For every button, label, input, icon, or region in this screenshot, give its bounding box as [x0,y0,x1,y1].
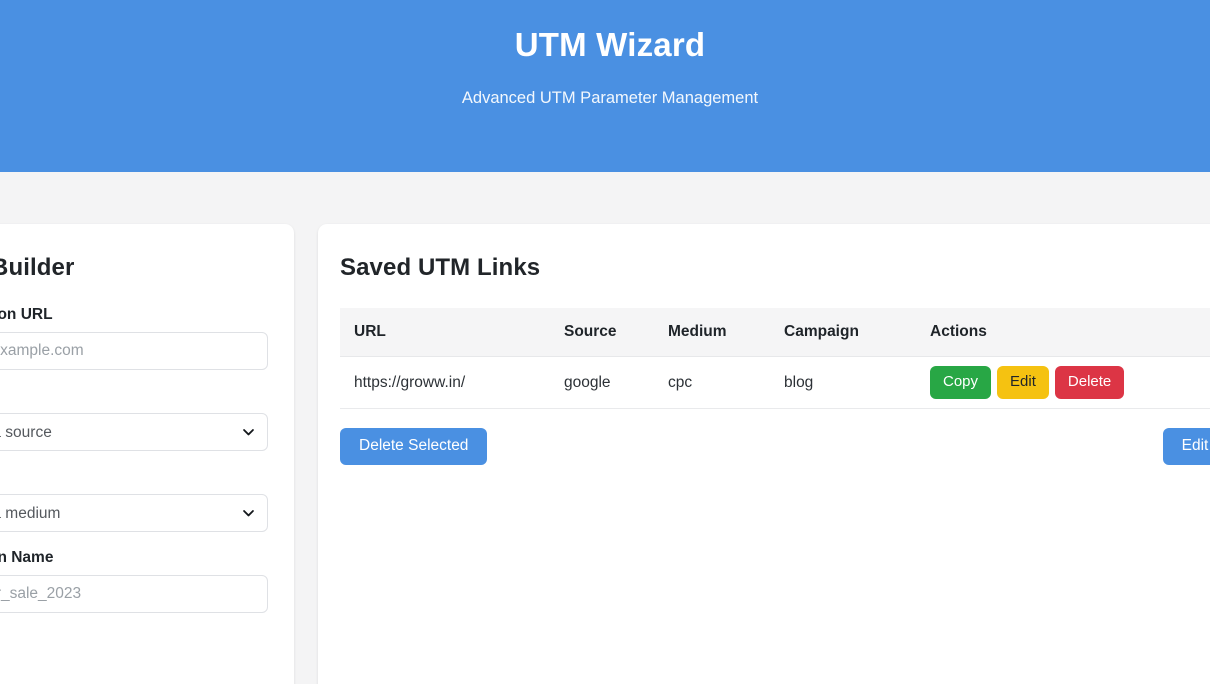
medium-select-wrap: Select a medium [0,494,268,532]
browser-viewport: UTM Wizard Advanced UTM Parameter Manage… [0,0,1210,684]
field-campaign-name: Campaign Name [0,549,268,613]
campaign-name-label: Campaign Name [0,549,54,566]
copy-button[interactable]: Copy [930,366,992,399]
campaign-name-input[interactable] [0,575,268,613]
saved-links-title: Saved UTM Links [340,254,541,281]
column-header-url: URL [340,308,550,357]
utm-builder-title: UTM Builder [0,254,75,281]
table-row: https://groww.in/ google cpc blog Copy E… [340,356,1210,409]
destination-url-label: Destination URL [0,306,53,323]
cell-campaign: blog [770,356,916,409]
row-action-group: Copy Edit Delete [930,366,1210,399]
saved-links-table-head: URL Source Medium Campaign Actions [340,308,1210,357]
edit-button[interactable]: Edit [997,366,1049,399]
medium-label: Medium [0,468,268,486]
saved-links-table: URL Source Medium Campaign Actions https… [340,308,1210,409]
utm-builder-panel: UTM Builder Destination URL Source Selec… [0,224,294,684]
page-root: UTM Wizard Advanced UTM Parameter Manage… [0,0,1210,684]
source-label: Source [0,387,268,405]
cell-source: google [550,356,654,409]
field-source: Source Select a source [0,387,268,451]
table-header-row: URL Source Medium Campaign Actions [340,308,1210,357]
destination-url-input[interactable] [0,332,268,370]
page-subtitle: Advanced UTM Parameter Management [461,89,759,108]
page-title: UTM Wizard [514,26,706,63]
main-content: UTM Builder Destination URL Source Selec… [0,172,1210,684]
delete-button[interactable]: Delete [1054,366,1125,399]
field-destination-url: Destination URL [0,306,268,370]
bulk-action-bar: Delete Selected Edit Selected [340,428,1210,465]
column-header-campaign: Campaign [770,308,916,357]
cell-actions: Copy Edit Delete [916,356,1210,409]
column-header-actions: Actions [916,308,1210,357]
app-header: UTM Wizard Advanced UTM Parameter Manage… [0,0,1210,172]
delete-selected-button[interactable]: Delete Selected [340,428,488,465]
column-header-medium: Medium [654,308,770,357]
medium-select[interactable]: Select a medium [0,494,268,532]
edit-selected-button[interactable]: Edit Selected [1162,428,1210,465]
column-header-source: Source [550,308,654,357]
saved-links-panel: Saved UTM Links URL Source Medium Campai… [318,224,1210,684]
saved-links-table-body: https://groww.in/ google cpc blog Copy E… [340,356,1210,409]
field-medium: Medium Select a medium [0,468,268,532]
cell-url: https://groww.in/ [340,356,550,409]
source-select-wrap: Select a source [0,413,268,451]
source-select[interactable]: Select a source [0,413,268,451]
cell-medium: cpc [654,356,770,409]
